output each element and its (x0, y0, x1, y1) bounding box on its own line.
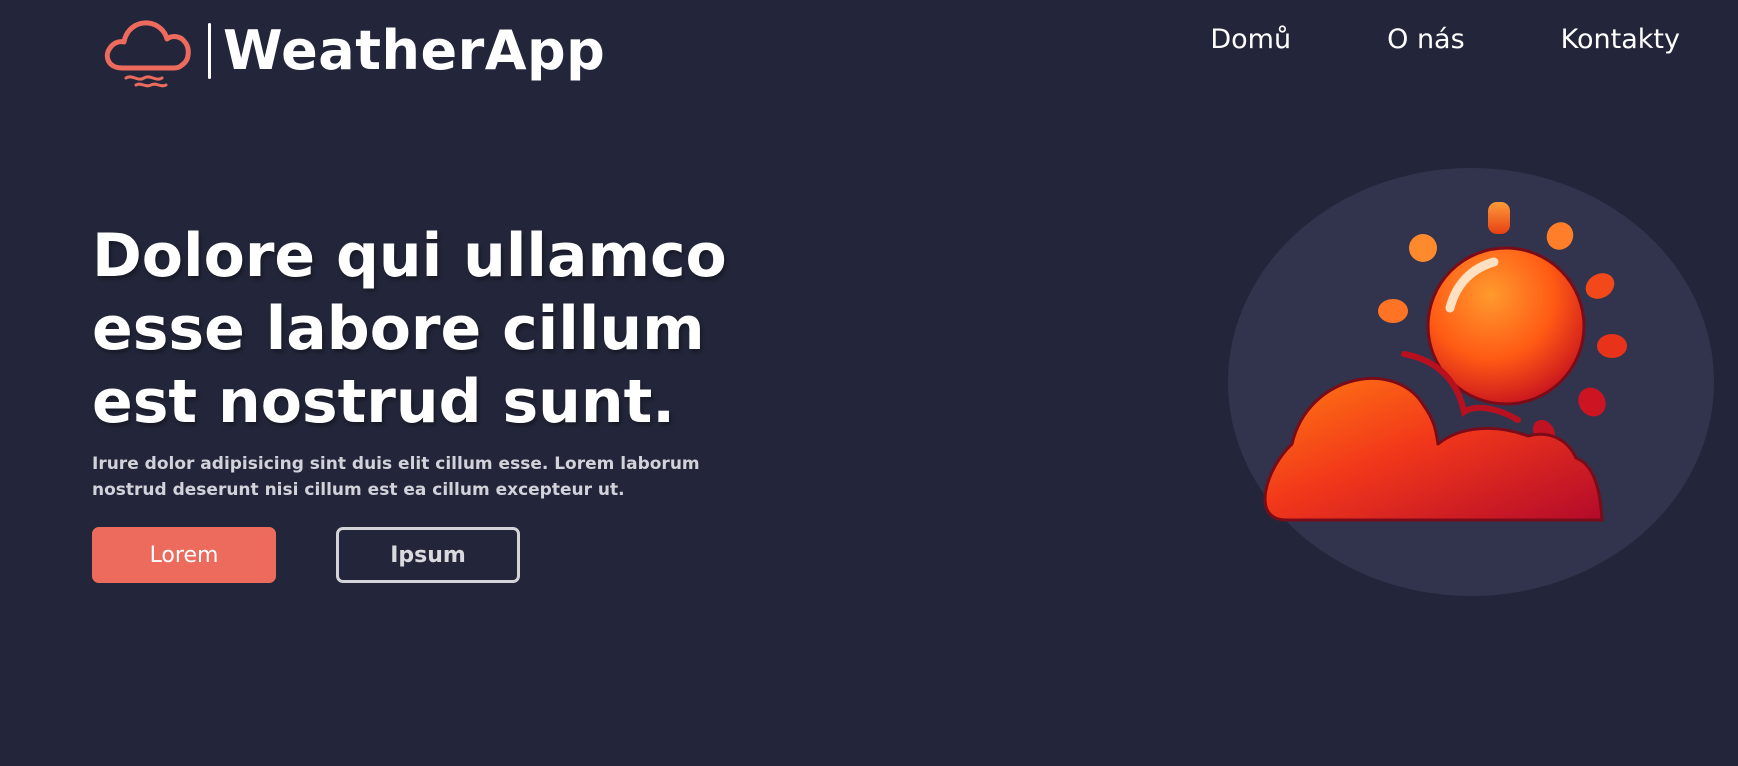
sun-behind-cloud-icon (1228, 168, 1714, 596)
nav-link-home[interactable]: Domů (1210, 22, 1291, 58)
logo-link[interactable]: WeatherApp (100, 8, 605, 94)
hero-section: Dolore qui ullamco esse labore cillum es… (92, 220, 732, 583)
hero-buttons: Lorem Ipsum (92, 527, 732, 583)
hero-title: Dolore qui ullamco esse labore cillum es… (92, 220, 732, 439)
hero-subtitle-line: nostrud deserunt nisi cillum est ea cill… (92, 480, 625, 500)
hero-title-line: Dolore qui ullamco (92, 221, 727, 291)
sun-ray (1488, 202, 1510, 234)
page: WeatherApp Domů O nás Kontakty Dolore qu… (0, 0, 1738, 766)
hero-title-line: est nostrud sunt. (92, 367, 676, 437)
hero-subtitle-line: Irure dolor adipisicing sint duis elit c… (92, 454, 700, 474)
hero-title-line: esse labore cillum (92, 294, 705, 364)
sun-ray (1409, 234, 1437, 262)
brand-name: WeatherApp (223, 19, 606, 82)
main-nav: Domů O nás Kontakty (1114, 22, 1680, 58)
lorem-button[interactable]: Lorem (92, 527, 276, 583)
cloud-logo-icon (104, 20, 191, 88)
nav-link-contacts[interactable]: Kontakty (1561, 22, 1680, 58)
nav-link-about[interactable]: O nás (1387, 22, 1465, 58)
sun-ray (1597, 334, 1627, 358)
site-header: WeatherApp Domů O nás Kontakty (0, 0, 1738, 100)
weather-illustration (1228, 168, 1714, 596)
logo-divider (208, 23, 211, 79)
sun-ray (1378, 299, 1408, 323)
ipsum-button[interactable]: Ipsum (336, 527, 520, 583)
hero-subtitle: Irure dolor adipisicing sint duis elit c… (92, 451, 732, 503)
